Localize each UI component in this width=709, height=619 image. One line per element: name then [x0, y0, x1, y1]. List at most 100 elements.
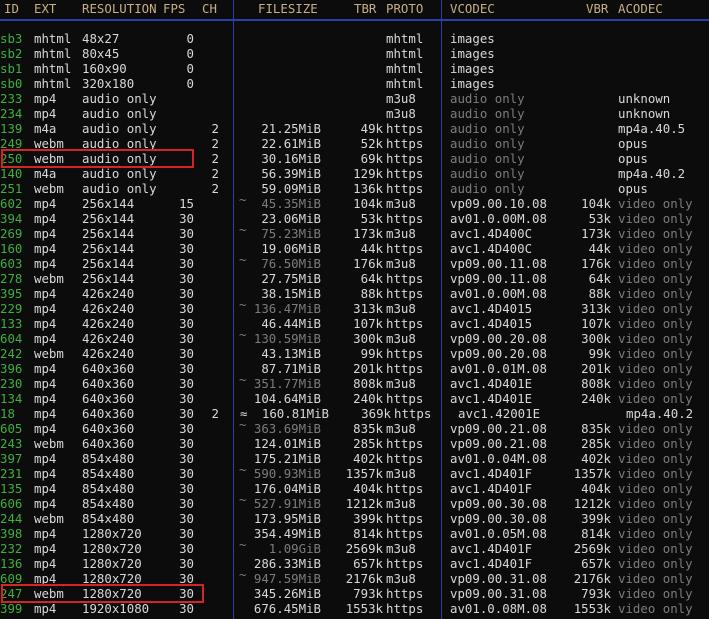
format-tbr: 129k: [353, 166, 383, 181]
format-row[interactable]: 243 webm 640x360 30 124.01MiB 285k https vp09.0…: [0, 436, 709, 451]
format-acodec: video only: [618, 211, 693, 226]
format-row[interactable]: 230 mp4 640x360 30 ~351.77MiB 808k m3u8 avc1.4D…: [0, 372, 709, 391]
format-row[interactable]: 135 mp4 854x480 30 176.04MiB 404k https avc1.4D…: [0, 481, 709, 496]
format-acodec: video only: [618, 346, 693, 361]
format-row[interactable]: 18 mp4 640x360 30 2 ≈160.81MiB 369k https avc1.4…: [0, 406, 709, 421]
format-vcodec: images: [450, 46, 495, 61]
format-ext: mp4: [34, 226, 57, 241]
format-row[interactable]: 397 mp4 854x480 30 175.21MiB 402k https av01.0.…: [0, 451, 709, 466]
format-vbr: 64k: [588, 271, 611, 286]
format-row[interactable]: sb2 mhtml 80x45 0 mhtml images: [0, 46, 709, 61]
header-resolution: RESOLUTION: [82, 1, 157, 16]
format-id: 394: [0, 211, 23, 226]
format-fps: 30: [179, 376, 194, 391]
format-row[interactable]: 395 mp4 426x240 30 38.15MiB 88k https av01.0.00…: [0, 286, 709, 301]
format-acodec: video only: [618, 601, 693, 616]
header-vcodec: VCODEC: [450, 1, 495, 16]
format-id: 396: [0, 361, 23, 376]
format-row[interactable]: sb0 mhtml 320x180 0 mhtml images: [0, 76, 709, 91]
format-tbr: 2569k: [345, 541, 383, 556]
format-proto: mhtml: [386, 46, 424, 61]
format-row[interactable]: 606 mp4 854x480 30 ~527.91MiB 1212k m3u8 vp09.0…: [0, 492, 709, 511]
format-acodec: video only: [618, 556, 693, 571]
format-row[interactable]: 251 webm audio only 2 59.09MiB 136k https audio…: [0, 181, 709, 196]
format-row[interactable]: 133 mp4 426x240 30 46.44MiB 107k https avc1.4D4…: [0, 316, 709, 331]
format-filesize: 104.64MiB: [253, 391, 321, 406]
header-ext: EXT: [34, 1, 57, 16]
header-separator: [0, 19, 709, 21]
format-tbr: 2176k: [345, 571, 383, 586]
format-tbr: 300k: [353, 331, 383, 346]
format-row[interactable]: sb3 mhtml 48x27 0 mhtml images: [0, 31, 709, 46]
format-proto: m3u8: [386, 256, 416, 271]
format-row[interactable]: 604 mp4 426x240 30 ~130.59MiB 300k m3u8 vp09.00…: [0, 327, 709, 346]
format-row[interactable]: 139 m4a audio only 2 21.25MiB 49k https audio o…: [0, 121, 709, 136]
format-vbr: 835k: [581, 421, 611, 436]
format-resolution: 320x180: [82, 76, 135, 91]
format-resolution: 854x480: [82, 466, 135, 481]
format-row[interactable]: 602 mp4 256x144 15 ~45.35MiB 104k m3u8 vp09.00.…: [0, 192, 709, 211]
format-acodec: video only: [618, 391, 693, 406]
format-row[interactable]: 232 mp4 1280x720 30 ~1.09GiB 2569k m3u8 avc1.4D…: [0, 537, 709, 556]
format-row[interactable]: sb1 mhtml 160x90 0 mhtml images: [0, 61, 709, 76]
format-tbr: 285k: [353, 436, 383, 451]
format-row[interactable]: 244 webm 854x480 30 173.95MiB 399k https vp09.0…: [0, 511, 709, 526]
format-row[interactable]: 278 webm 256x144 30 27.75MiB 64k https vp09.00.…: [0, 271, 709, 286]
format-proto: https: [386, 361, 424, 376]
format-filesize: 124.01MiB: [253, 436, 321, 451]
format-row[interactable]: 396 mp4 640x360 30 87.71MiB 201k https av01.0.0…: [0, 361, 709, 376]
format-fps: 30: [179, 331, 194, 346]
format-fps: 30: [179, 211, 194, 226]
format-fps: 30: [179, 541, 194, 556]
format-resolution: 640x360: [82, 421, 135, 436]
format-tbr: 402k: [353, 451, 383, 466]
format-row[interactable]: 134 mp4 640x360 30 104.64MiB 240k https avc1.4D…: [0, 391, 709, 406]
format-id: 18: [0, 406, 15, 421]
format-row[interactable]: 399 mp4 1920x1080 30 676.45MiB 1553k https av01…: [0, 601, 709, 616]
format-acodec: video only: [618, 286, 693, 301]
format-row[interactable]: 603 mp4 256x144 30 ~76.50MiB 176k m3u8 vp09.00.…: [0, 252, 709, 271]
format-acodec: video only: [618, 226, 693, 241]
format-filesize: 43.13MiB: [261, 346, 321, 361]
format-resolution: 256x144: [82, 271, 135, 286]
format-row[interactable]: 233 mp4 audio only m3u8 audio only unknown: [0, 91, 709, 106]
format-filesize: 173.95MiB: [253, 511, 321, 526]
format-vcodec: vp09.00.30.08: [450, 511, 547, 526]
format-acodec: video only: [618, 451, 693, 466]
format-row[interactable]: 229 mp4 426x240 30 ~136.47MiB 313k m3u8 avc1.4D…: [0, 297, 709, 316]
format-row[interactable]: 234 mp4 audio only m3u8 audio only unknown: [0, 106, 709, 121]
format-id: sb2: [0, 46, 23, 61]
format-vbr: 1553k: [573, 601, 611, 616]
format-proto: m3u8: [386, 376, 416, 391]
format-vcodec: avc1.4D400C: [450, 226, 533, 241]
format-id: 139: [0, 121, 23, 136]
format-row[interactable]: 269 mp4 256x144 30 ~75.23MiB 173k m3u8 avc1.4D4…: [0, 222, 709, 241]
format-fps: 30: [179, 241, 194, 256]
format-row[interactable]: 136 mp4 1280x720 30 286.33MiB 657k https avc1.4…: [0, 556, 709, 571]
format-tbr: 49k: [360, 121, 383, 136]
format-row[interactable]: 242 webm 426x240 30 43.13MiB 99k https vp09.00.…: [0, 346, 709, 361]
format-tbr: 1212k: [345, 496, 383, 511]
format-proto: m3u8: [386, 466, 416, 481]
format-ext: mp4: [34, 391, 57, 406]
format-row[interactable]: 605 mp4 640x360 30 ~363.69MiB 835k m3u8 vp09.00…: [0, 417, 709, 436]
format-fps: 30: [179, 496, 194, 511]
format-vbr: 1357k: [573, 466, 611, 481]
format-proto: mhtml: [386, 61, 424, 76]
format-row[interactable]: 160 mp4 256x144 30 19.06MiB 44k https avc1.4D40…: [0, 241, 709, 256]
format-vcodec: vp09.00.31.08: [450, 571, 547, 586]
format-row[interactable]: 394 mp4 256x144 30 23.06MiB 53k https av01.0.00…: [0, 211, 709, 226]
format-fps: 30: [179, 271, 194, 286]
format-acodec: video only: [618, 571, 693, 586]
format-acodec: video only: [618, 511, 693, 526]
format-vcodec: images: [450, 76, 495, 91]
format-ext: webm: [34, 346, 64, 361]
format-row[interactable]: 140 m4a audio only 2 56.39MiB 129k https audio …: [0, 166, 709, 181]
format-resolution: 256x144: [82, 196, 135, 211]
format-filesize: 176.04MiB: [253, 481, 321, 496]
format-row[interactable]: 231 mp4 854x480 30 ~590.93MiB 1357k m3u8 avc1.4…: [0, 462, 709, 481]
header-filesize: FILESIZE: [258, 1, 318, 16]
format-row[interactable]: 398 mp4 1280x720 30 354.49MiB 814k https av01.0…: [0, 526, 709, 541]
filesize-approx-marker: ~: [239, 537, 247, 552]
format-id: 134: [0, 391, 23, 406]
